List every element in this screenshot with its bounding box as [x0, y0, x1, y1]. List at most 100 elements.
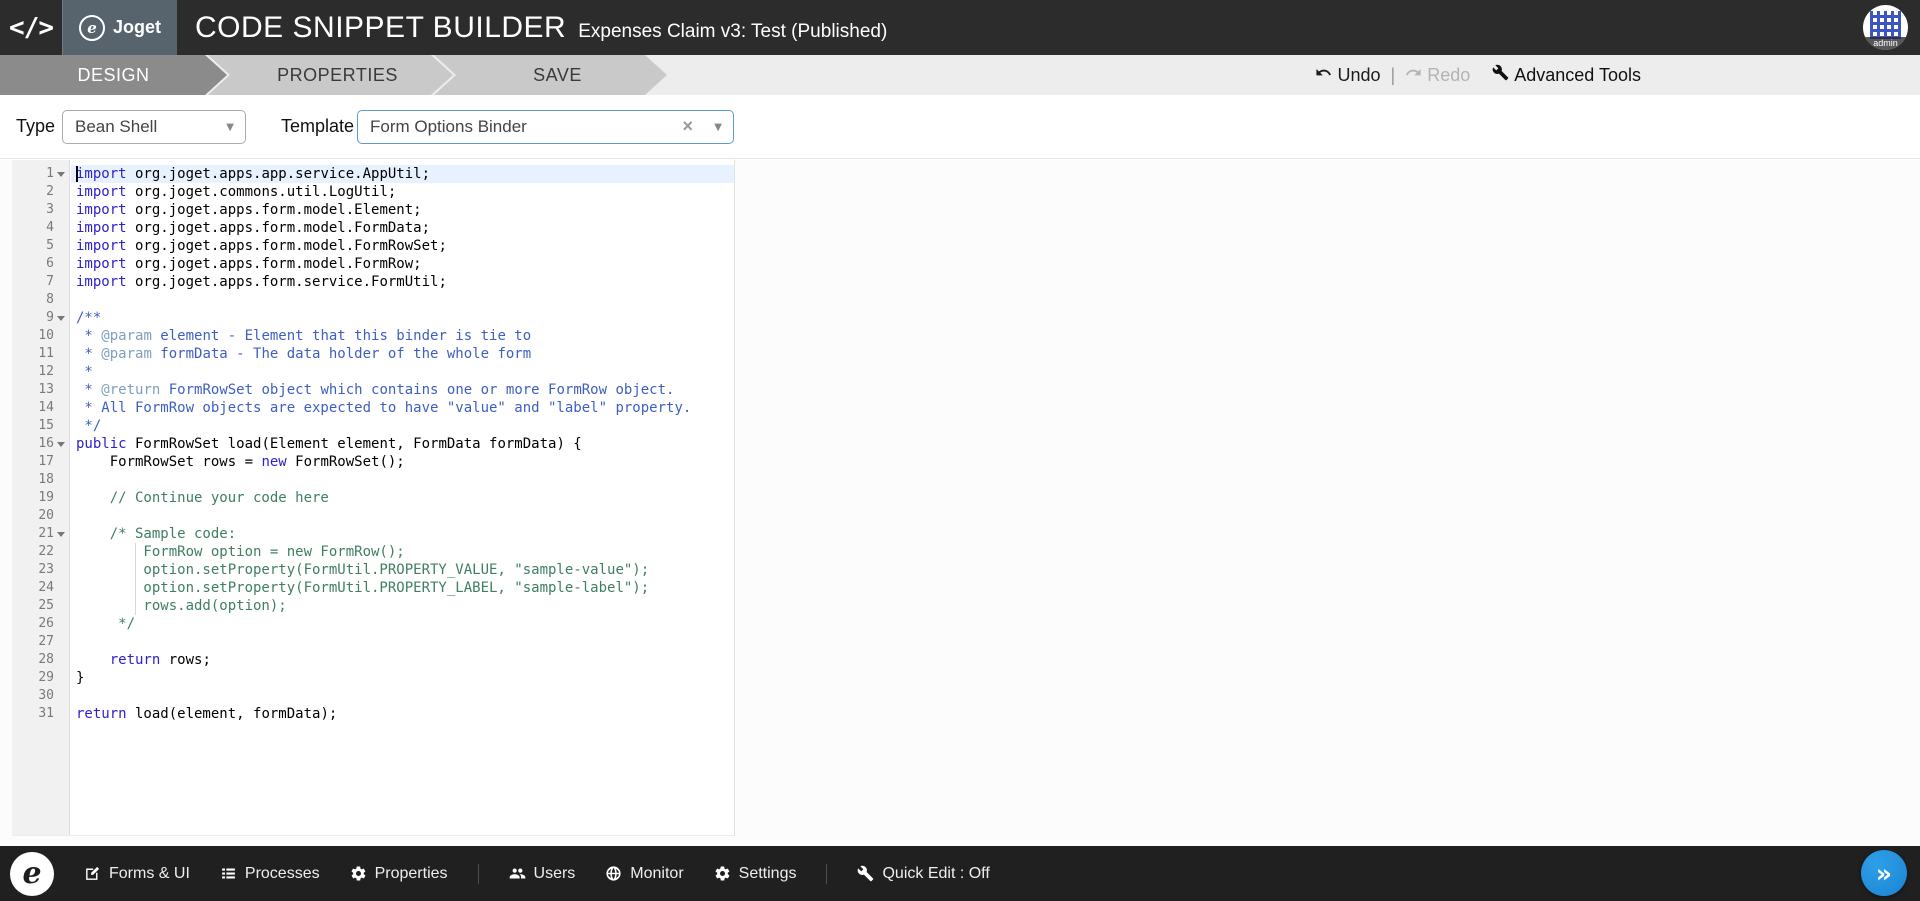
app-header: </> e Joget CODE SNIPPET BUILDER Expense… — [0, 0, 1920, 55]
fold-gutter — [54, 363, 69, 381]
footer-item-properties[interactable]: Properties — [350, 865, 448, 883]
fold-gutter — [54, 201, 69, 219]
code-line-14[interactable]: * All FormRow objects are expected to ha… — [71, 399, 734, 417]
gutter-line: 9 — [12, 309, 69, 327]
code-line-25[interactable]: rows.add(option); — [71, 597, 734, 615]
joget-footer-logo-icon[interactable]: e — [10, 852, 54, 896]
code-token: rows; — [160, 652, 211, 668]
code-line-26[interactable]: */ — [71, 615, 734, 633]
footer-item-label: Settings — [739, 865, 797, 883]
tab-design[interactable]: DESIGN — [0, 55, 227, 95]
code-line-9[interactable]: /** — [71, 309, 734, 327]
code-line-28[interactable]: return rows; — [71, 651, 734, 669]
globe-icon — [605, 865, 622, 882]
fold-gutter — [54, 219, 69, 237]
redo-button[interactable]: Redo — [1405, 64, 1470, 86]
avatar[interactable]: admin — [1863, 5, 1908, 50]
expand-button[interactable]: » — [1861, 850, 1907, 896]
type-select[interactable]: Bean Shell ▼ — [62, 110, 246, 144]
footer-item-forms-ui[interactable]: Forms & UI — [84, 865, 190, 883]
redo-label: Redo — [1427, 65, 1470, 86]
line-number: 25 — [38, 597, 54, 615]
code-line-24[interactable]: option.setProperty(FormUtil.PROPERTY_LAB… — [71, 579, 734, 597]
undo-icon — [1315, 64, 1332, 86]
code-line-2[interactable]: import org.joget.commons.util.LogUtil; — [71, 183, 734, 201]
gutter-line: 2 — [12, 183, 69, 201]
code-line-31[interactable]: return load(element, formData); — [71, 705, 734, 723]
code-token: * — [76, 346, 101, 362]
code-line-27[interactable] — [71, 633, 734, 651]
editor-code[interactable]: import org.joget.apps.app.service.AppUti… — [71, 160, 734, 835]
line-number: 7 — [46, 273, 54, 291]
fold-gutter — [54, 417, 69, 435]
line-number: 13 — [38, 381, 54, 399]
gutter-line: 21 — [12, 525, 69, 543]
fold-marker-icon[interactable] — [54, 165, 69, 183]
code-line-29[interactable]: } — [71, 669, 734, 687]
template-select[interactable]: Form Options Binder × ▼ — [357, 110, 734, 144]
footer-item-users[interactable]: Users — [509, 865, 576, 883]
code-line-3[interactable]: import org.joget.apps.form.model.Element… — [71, 201, 734, 219]
code-line-21[interactable]: /* Sample code: — [71, 525, 734, 543]
tab-save[interactable]: SAVE — [434, 55, 667, 95]
code-line-5[interactable]: import org.joget.apps.form.model.FormRow… — [71, 237, 734, 255]
fold-gutter — [54, 561, 69, 579]
fold-gutter — [54, 615, 69, 633]
footer-menu: Forms & UI Processes Properties Users Monito… — [84, 864, 990, 884]
code-line-16[interactable]: public FormRowSet load(Element element, … — [71, 435, 734, 453]
code-line-8[interactable] — [71, 291, 734, 309]
code-line-17[interactable]: FormRowSet rows = new FormRowSet(); — [71, 453, 734, 471]
avatar-image — [1870, 11, 1901, 39]
advanced-tools-button[interactable]: Advanced Tools — [1492, 64, 1641, 86]
code-token: * All FormRow objects are expected to ha… — [76, 400, 691, 416]
gutter-line: 15 — [12, 417, 69, 435]
code-line-23[interactable]: option.setProperty(FormUtil.PROPERTY_VAL… — [71, 561, 734, 579]
fold-gutter — [54, 291, 69, 309]
fold-marker-icon[interactable] — [54, 435, 69, 453]
fold-marker-icon[interactable] — [54, 525, 69, 543]
line-number: 24 — [38, 579, 54, 597]
footer-item-settings[interactable]: Settings — [714, 865, 797, 883]
tab-properties[interactable]: PROPERTIES — [208, 55, 453, 95]
gear-icon — [350, 865, 367, 882]
code-line-4[interactable]: import org.joget.apps.form.model.FormDat… — [71, 219, 734, 237]
gutter-line: 11 — [12, 345, 69, 363]
code-line-1[interactable]: import org.joget.apps.app.service.AppUti… — [71, 165, 734, 183]
chevron-down-icon: ▼ — [714, 122, 722, 133]
gutter-line: 17 — [12, 453, 69, 471]
indent-guide — [135, 561, 136, 579]
fold-gutter — [54, 381, 69, 399]
text-cursor — [76, 166, 78, 182]
code-line-12[interactable]: * — [71, 363, 734, 381]
code-line-18[interactable] — [71, 471, 734, 489]
code-line-6[interactable]: import org.joget.apps.form.model.FormRow… — [71, 255, 734, 273]
code-line-20[interactable] — [71, 507, 734, 525]
code-line-19[interactable]: // Continue your code here — [71, 489, 734, 507]
code-token: import — [76, 220, 127, 236]
code-line-11[interactable]: * @param formData - The data holder of t… — [71, 345, 734, 363]
footer-item-quick-edit-off[interactable]: Quick Edit : Off — [857, 865, 989, 883]
code-line-7[interactable]: import org.joget.apps.form.service.FormU… — [71, 273, 734, 291]
fold-gutter — [54, 507, 69, 525]
line-number: 15 — [38, 417, 54, 435]
line-number: 10 — [38, 327, 54, 345]
gutter-line: 28 — [12, 651, 69, 669]
footer-item-processes[interactable]: Processes — [220, 865, 320, 883]
code-line-15[interactable]: */ — [71, 417, 734, 435]
line-number: 11 — [38, 345, 54, 363]
code-line-10[interactable]: * @param element - Element that this bin… — [71, 327, 734, 345]
wrench-icon — [1492, 64, 1509, 86]
edit-icon — [84, 865, 101, 882]
code-line-30[interactable] — [71, 687, 734, 705]
clear-icon[interactable]: × — [682, 116, 693, 137]
code-editor[interactable]: 1234567891011121314151617181920212223242… — [12, 160, 735, 836]
fold-marker-icon[interactable] — [54, 309, 69, 327]
code-token: FormRowSet rows = — [76, 454, 261, 470]
footer-item-monitor[interactable]: Monitor — [605, 865, 683, 883]
code-line-22[interactable]: FormRow option = new FormRow(); — [71, 543, 734, 561]
gutter-line: 24 — [12, 579, 69, 597]
code-line-13[interactable]: * @return FormRowSet object which contai… — [71, 381, 734, 399]
line-number: 31 — [38, 705, 54, 723]
undo-button[interactable]: Undo — [1315, 64, 1380, 86]
editor-gutter: 1234567891011121314151617181920212223242… — [12, 160, 70, 835]
